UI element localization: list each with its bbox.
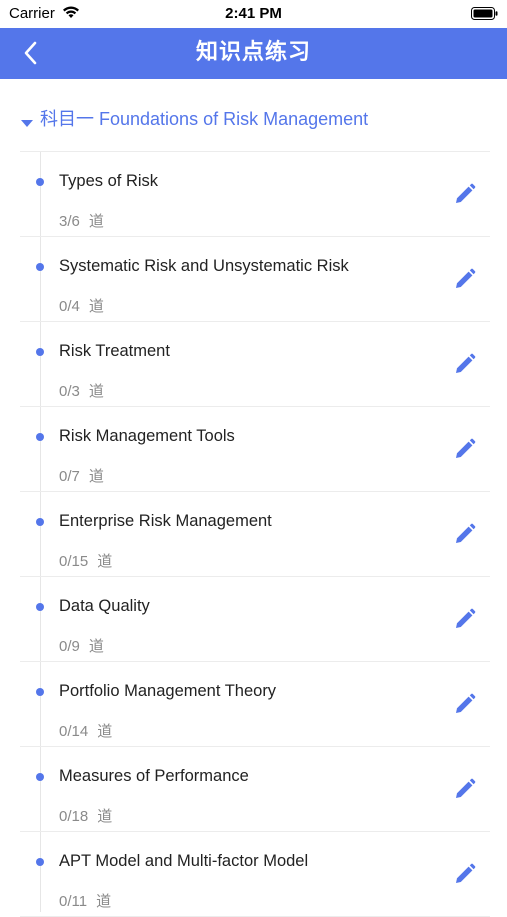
topic-list: Types of Risk 3/6 道 Systematic Risk and U… [20, 152, 490, 917]
progress-unit: 道 [97, 553, 113, 570]
topic-progress: 0/9 道 [59, 635, 104, 656]
progress-count: 0/7 [59, 468, 80, 485]
topic-name: Risk Treatment [59, 342, 170, 360]
topic-item[interactable]: Systematic Risk and Unsystematic Risk 0/… [20, 237, 490, 322]
topic-item[interactable]: Risk Management Tools 0/7 道 [20, 407, 490, 492]
timeline-dot [36, 603, 44, 611]
status-time: 2:41 PM [225, 5, 282, 22]
pencil-icon[interactable] [454, 863, 476, 885]
status-bar: Carrier 2:41 PM [0, 0, 507, 28]
section-title: 科目一 Foundations of Risk Management [40, 109, 369, 129]
topic-progress: 0/4 道 [59, 295, 104, 316]
timeline-dot [36, 433, 44, 441]
topic-item[interactable]: Measures of Performance 0/18 道 [20, 747, 490, 832]
progress-count: 0/15 [59, 553, 89, 570]
pencil-icon[interactable] [454, 693, 476, 715]
progress-unit: 道 [88, 638, 104, 655]
topic-item[interactable]: Portfolio Management Theory 0/14 道 [20, 662, 490, 747]
section-header[interactable]: 科目一 Foundations of Risk Management [20, 100, 490, 136]
timeline-dot [36, 518, 44, 526]
pencil-icon[interactable] [454, 353, 476, 375]
progress-unit: 道 [97, 723, 113, 740]
progress-unit: 道 [88, 298, 104, 315]
progress-unit: 道 [96, 893, 112, 910]
page-title: 知识点练习 [195, 39, 311, 64]
progress-count: 0/11 [59, 893, 88, 910]
topic-name: Types of Risk [59, 172, 159, 190]
battery-icon [471, 7, 498, 24]
progress-count: 0/14 [59, 723, 89, 740]
chevron-left-icon[interactable] [18, 40, 44, 66]
progress-unit: 道 [88, 468, 104, 485]
pencil-icon[interactable] [454, 608, 476, 630]
caret-down-icon [20, 113, 34, 127]
pencil-icon[interactable] [454, 183, 476, 205]
topic-name: Risk Management Tools [59, 427, 235, 445]
timeline-dot [36, 348, 44, 356]
topic-progress: 0/11 道 [59, 890, 111, 911]
topic-item[interactable]: APT Model and Multi-factor Model 0/11 道 [20, 832, 490, 917]
topic-name: Systematic Risk and Unsystematic Risk [59, 257, 349, 275]
timeline-dot [36, 178, 44, 186]
progress-count: 0/4 [59, 298, 80, 315]
pencil-icon[interactable] [454, 268, 476, 290]
topic-progress: 0/7 道 [59, 465, 104, 486]
pencil-icon[interactable] [454, 778, 476, 800]
timeline-dot [36, 858, 44, 866]
timeline-dot [36, 773, 44, 781]
pencil-icon[interactable] [454, 438, 476, 460]
nav-bar: 知识点练习 [0, 28, 507, 79]
topic-name: Portfolio Management Theory [59, 682, 277, 700]
topic-item[interactable]: Data Quality 0/9 道 [20, 577, 490, 662]
progress-count: 0/9 [59, 638, 80, 655]
progress-count: 0/3 [59, 383, 80, 400]
progress-unit: 道 [88, 213, 104, 230]
topic-progress: 0/18 道 [59, 805, 112, 826]
topic-progress: 0/15 道 [59, 550, 112, 571]
pencil-icon[interactable] [454, 523, 476, 545]
topic-name: Data Quality [59, 597, 150, 615]
progress-count: 3/6 [59, 213, 80, 230]
topic-name: Enterprise Risk Management [59, 512, 272, 530]
topic-progress: 3/6 道 [59, 210, 104, 231]
topic-item[interactable]: Risk Treatment 0/3 道 [20, 322, 490, 407]
progress-unit: 道 [88, 383, 104, 400]
topic-item[interactable]: Enterprise Risk Management 0/15 道 [20, 492, 490, 577]
timeline-dot [36, 688, 44, 696]
timeline-dot [36, 263, 44, 271]
topic-name: Measures of Performance [59, 767, 249, 785]
topic-name: APT Model and Multi-factor Model [59, 852, 309, 870]
topic-item[interactable]: Types of Risk 3/6 道 [20, 152, 490, 237]
topic-progress: 0/14 道 [59, 720, 112, 741]
topic-progress: 0/3 道 [59, 380, 104, 401]
progress-unit: 道 [97, 808, 113, 825]
progress-count: 0/18 [59, 808, 89, 825]
